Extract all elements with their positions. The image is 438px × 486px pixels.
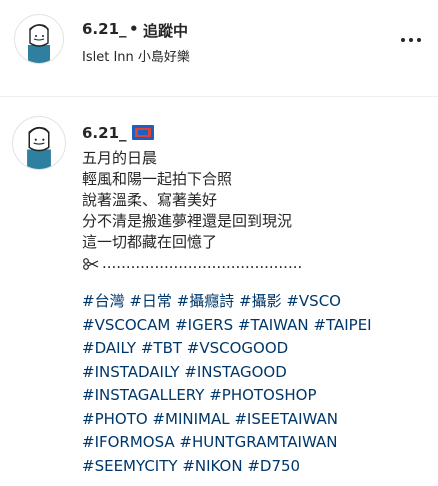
separator-dots: ........................................… (102, 254, 303, 272)
hashtag-line[interactable]: #INSTAGALLERY #PHOTOSHOP (82, 384, 372, 408)
hashtag-line[interactable]: #INSTADAILY #INSTAGOOD (82, 361, 372, 385)
avatar-illustration-icon (27, 126, 51, 169)
hashtag-line[interactable]: #台灣 #日常 #攝癮詩 #攝影 #VSCO (82, 290, 372, 314)
avatar-illustration-icon (28, 24, 50, 63)
scissors-icon (83, 257, 99, 270)
header-divider (0, 96, 438, 97)
location-link[interactable]: Islet Inn 小島好樂 (82, 46, 190, 65)
hashtag-line[interactable]: #DAILY #TBT #VSCOGOOD (82, 337, 372, 361)
header-username[interactable]: 6.21_ (82, 20, 127, 38)
caption-line: 分不清是搬進夢裡還是回到現況 (82, 212, 293, 230)
flag-icon (132, 125, 154, 140)
more-options-icon[interactable] (396, 30, 426, 50)
caption-line: 這一切都藏在回憶了 (82, 233, 218, 251)
hashtag-line[interactable]: #IFORMOSA #HUNTGRAMTAIWAN (82, 431, 372, 455)
separator-dot: • (129, 20, 139, 38)
hashtag-line[interactable]: #VSCOCAM #IGERS #TAIWAN #TAIPEI (82, 314, 372, 338)
hashtag-line[interactable]: #SEEMYCITY #NIKON #D750 (82, 455, 372, 479)
more-dot (409, 38, 413, 42)
caption-avatar[interactable] (12, 116, 66, 170)
caption-text: 五月的日晨 輕風和陽一起拍下合照 說著溫柔、寫著美好 分不清是搬進夢裡還是回到現… (82, 148, 302, 274)
caption-line: 說著溫柔、寫著美好 (82, 191, 218, 209)
following-button[interactable]: 追蹤中 (143, 20, 188, 41)
caption-line: 輕風和陽一起拍下合照 (82, 170, 233, 188)
hashtag-block: #台灣 #日常 #攝癮詩 #攝影 #VSCO #VSCOCAM #IGERS #… (82, 290, 372, 478)
caption-line: 五月的日晨 (82, 149, 158, 167)
caption-separator: ........................................… (82, 253, 302, 274)
more-dot (417, 38, 421, 42)
caption-username[interactable]: 6.21_ (82, 124, 127, 142)
avatar[interactable] (14, 14, 64, 64)
hashtag-line[interactable]: #PHOTO #MINIMAL #ISEETAIWAN (82, 408, 372, 432)
more-dot (401, 38, 405, 42)
post-header: 6.21_ • 追蹤中 Islet Inn 小島好樂 (0, 0, 438, 80)
